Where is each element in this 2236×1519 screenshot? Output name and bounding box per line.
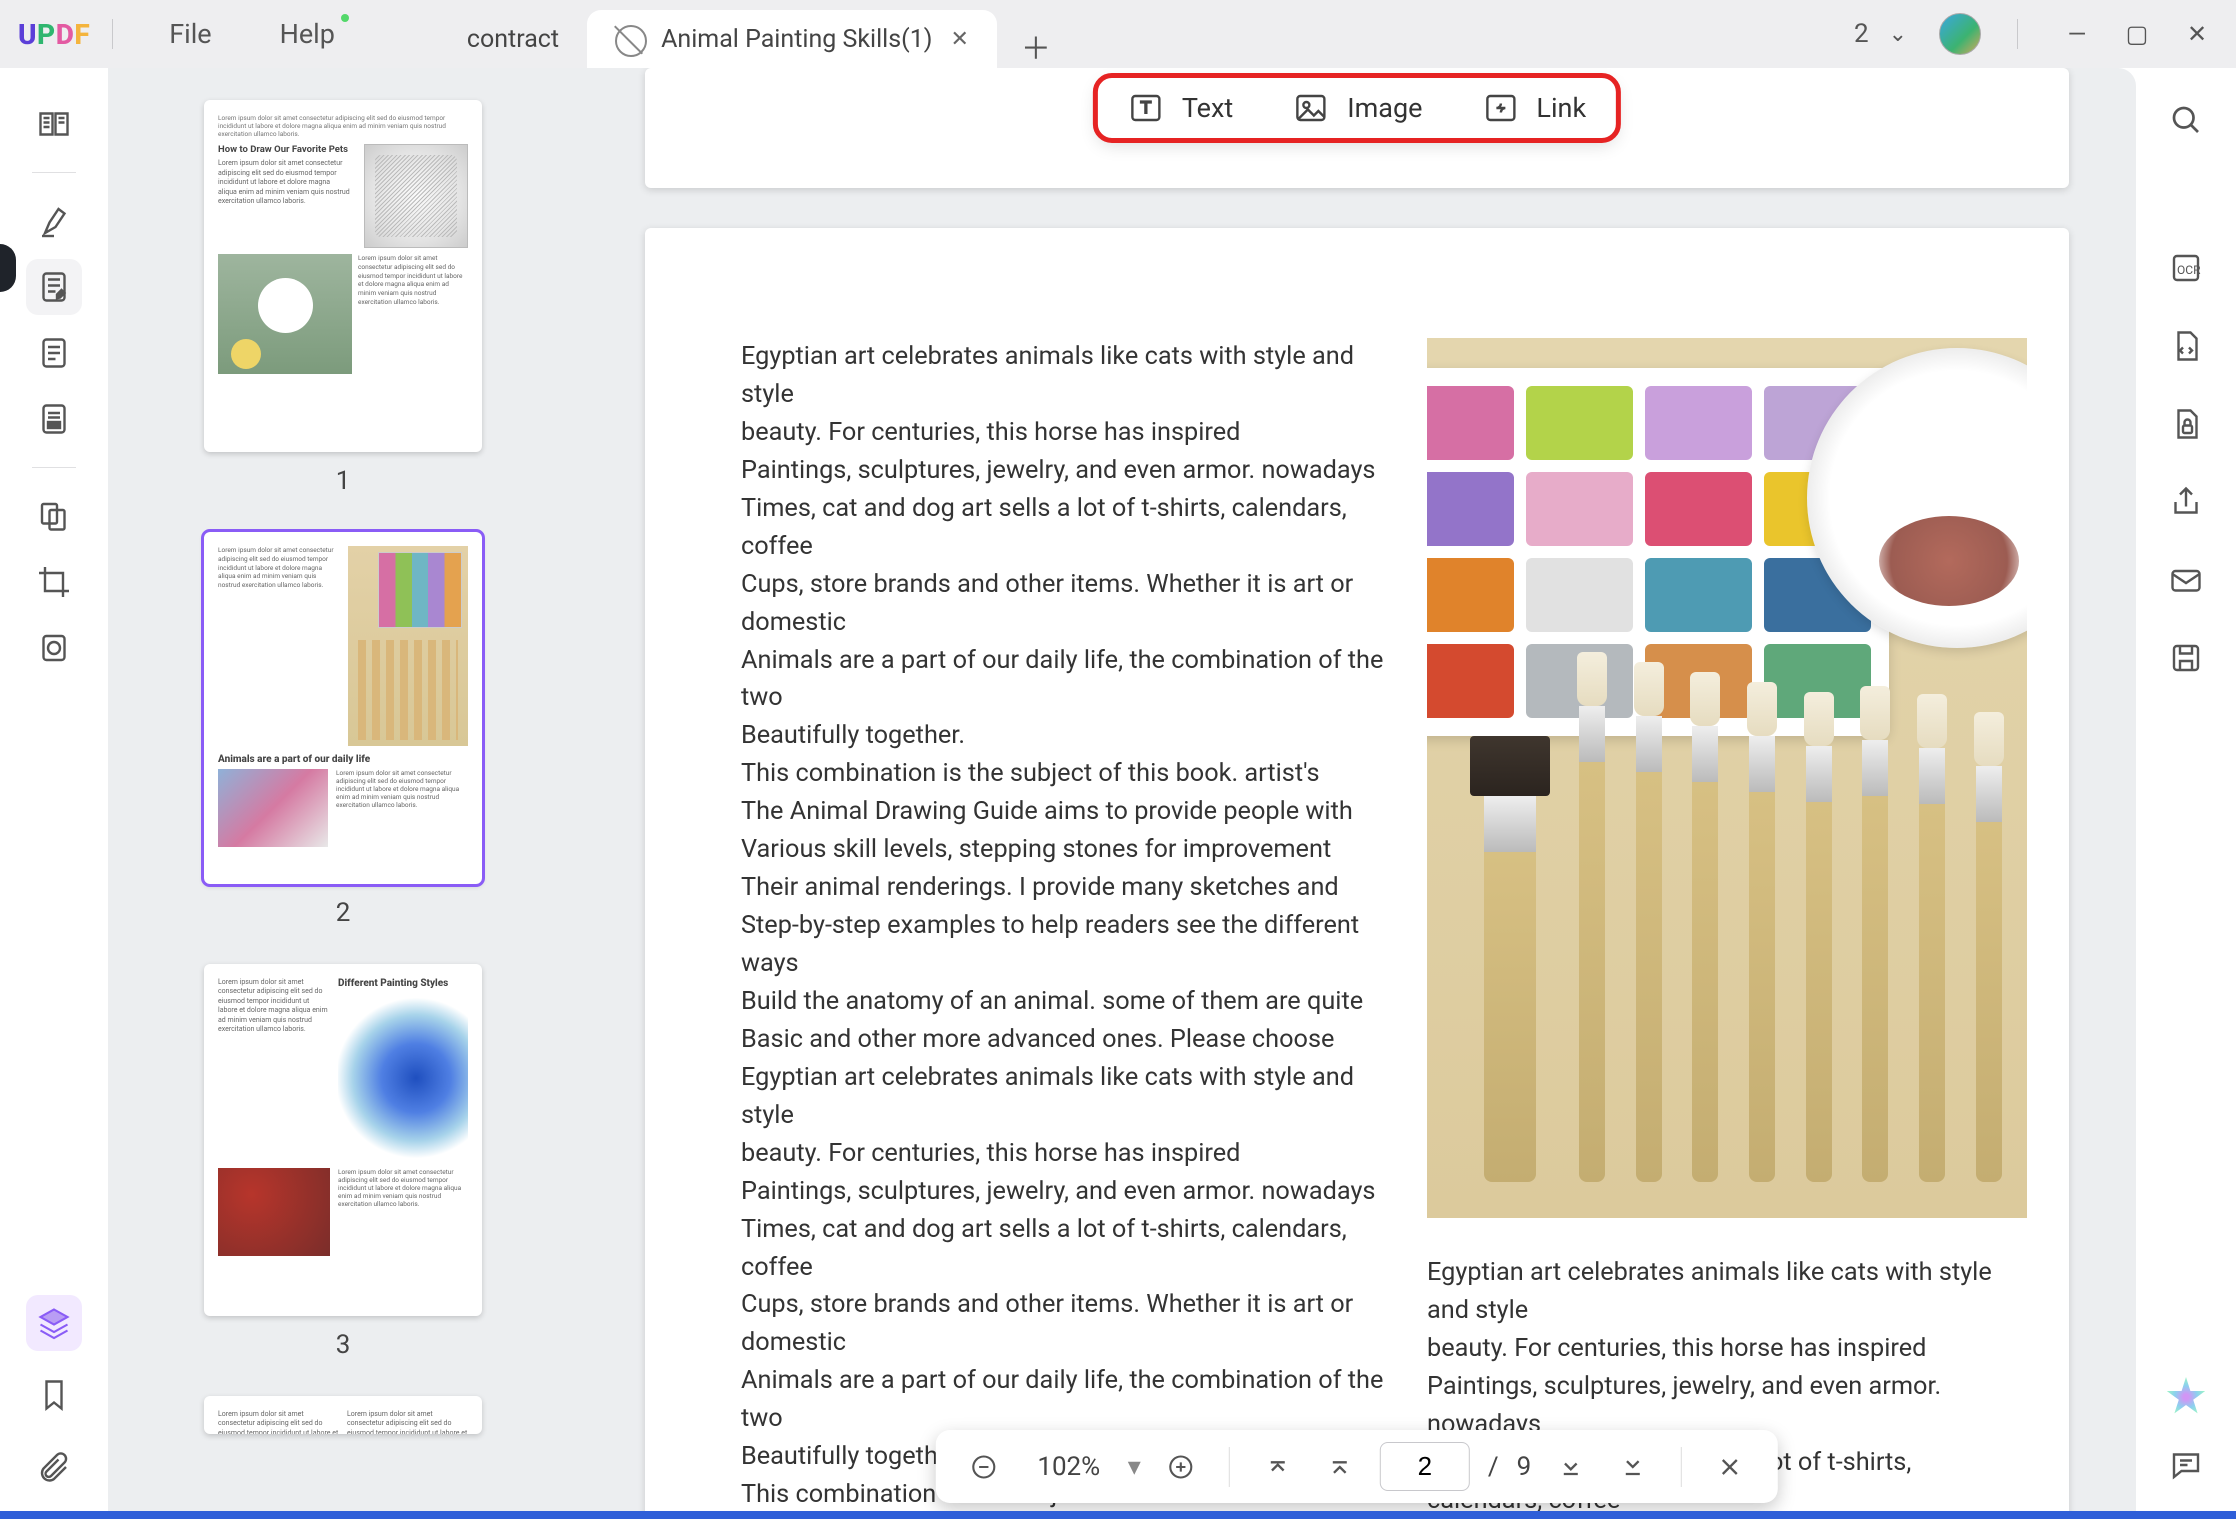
thumbnails-panel: Lorem ipsum dolor sit amet consectetur a…	[108, 68, 578, 1519]
workspace: Lorem ipsum dolor sit amet consectetur a…	[0, 68, 2236, 1519]
page-thumbnail-1[interactable]: Lorem ipsum dolor sit amet consectetur a…	[204, 100, 482, 452]
zoom-dropdown-icon[interactable]: ▾	[1128, 1452, 1141, 1482]
new-tab-button[interactable]: ＋	[1021, 24, 1051, 68]
edit-tool-button[interactable]	[26, 259, 82, 315]
watermark-tool-button[interactable]	[26, 620, 82, 676]
redact-tool-button[interactable]	[26, 391, 82, 447]
add-image-button[interactable]: Image	[1293, 90, 1422, 126]
notification-dot	[341, 14, 349, 22]
page-2-sheet[interactable]: Egyptian art celebrates animals like cat…	[645, 228, 2069, 1519]
email-button[interactable]	[2162, 556, 2210, 604]
paint-supplies-image[interactable]	[1427, 338, 2027, 1218]
share-button[interactable]	[2162, 478, 2210, 526]
window-controls: 2 ⌄ ― ▢ ✕	[1854, 11, 2220, 57]
close-window-button[interactable]: ✕	[2174, 11, 2220, 57]
ocr-button[interactable]: OCR	[2162, 244, 2210, 292]
navigation-bar: 102% ▾ / 9	[936, 1430, 1778, 1503]
watercolor-splash-image	[338, 994, 468, 1162]
edit-toolbar: Text Image Link	[1098, 78, 1616, 138]
bookmarks-panel-button[interactable]	[26, 1367, 82, 1423]
dog-sketch-image	[364, 144, 468, 248]
reader-mode-button[interactable]	[26, 96, 82, 152]
page-body-text[interactable]: Egyptian art celebrates animals like cat…	[741, 338, 1391, 1519]
page-thumbnail-2[interactable]: Lorem ipsum dolor sit amet consectetur a…	[204, 532, 482, 884]
tabs-container: contract Animal Painting Skills(1) ✕ ＋	[439, 0, 1051, 68]
organize-pages-button[interactable]	[26, 488, 82, 544]
close-tab-icon[interactable]: ✕	[950, 27, 968, 52]
thumbnail-number: 1	[336, 466, 351, 496]
separator	[2017, 19, 2018, 49]
zoom-value[interactable]: 102%	[1024, 1452, 1114, 1482]
search-button[interactable]	[2162, 96, 2210, 144]
zoom-out-button[interactable]	[962, 1445, 1006, 1489]
page-separator: /	[1488, 1452, 1499, 1482]
app-logo: UPDF	[18, 18, 90, 51]
svg-text:OCR: OCR	[2177, 263, 2201, 277]
workspace-count[interactable]: 2	[1854, 19, 1869, 49]
comments-button[interactable]	[2162, 1441, 2210, 1489]
tab-contract[interactable]: contract	[439, 10, 587, 68]
paint-photo	[348, 546, 468, 746]
thumbnail-number: 2	[336, 898, 351, 928]
page-total: 9	[1517, 1452, 1532, 1482]
readonly-icon	[615, 25, 643, 53]
titlebar: UPDF File Help contract Animal Painting …	[0, 0, 2236, 68]
protect-button[interactable]	[2162, 400, 2210, 448]
layers-panel-button[interactable]	[26, 1295, 82, 1351]
thumbnail-number: 3	[336, 1330, 351, 1360]
attachments-panel-button[interactable]	[26, 1439, 82, 1495]
zoom-in-button[interactable]	[1159, 1445, 1203, 1489]
paint-cups-image	[218, 1168, 330, 1256]
crop-tool-button[interactable]	[26, 554, 82, 610]
page-number-input[interactable]	[1380, 1442, 1470, 1491]
taskbar-edge	[0, 1511, 2236, 1519]
right-rail: OCR	[2136, 68, 2236, 1519]
convert-button[interactable]	[2162, 322, 2210, 370]
minimize-button[interactable]: ―	[2054, 11, 2100, 57]
document-area[interactable]: Egyptian art celebrates animals like cat…	[578, 68, 2136, 1519]
first-page-button[interactable]	[1256, 1445, 1300, 1489]
last-page-button[interactable]	[1611, 1445, 1655, 1489]
add-text-button[interactable]: Text	[1128, 90, 1233, 126]
chevron-down-icon[interactable]: ⌄	[1889, 22, 1907, 47]
left-rail	[0, 68, 108, 1519]
prev-page-button[interactable]	[1318, 1445, 1362, 1489]
menu-file[interactable]: File	[135, 18, 245, 50]
page-thumbnail-4[interactable]: Lorem ipsum dolor sit amet consectetur a…	[204, 1396, 482, 1434]
form-tool-button[interactable]	[26, 325, 82, 381]
save-button[interactable]	[2162, 634, 2210, 682]
ai-assistant-button[interactable]	[2166, 1377, 2206, 1417]
brushes	[1457, 722, 2017, 1182]
menu-help[interactable]: Help	[246, 18, 369, 50]
user-avatar[interactable]	[1939, 13, 1981, 55]
collage-photo	[218, 769, 328, 847]
next-page-button[interactable]	[1549, 1445, 1593, 1489]
close-navbar-button[interactable]	[1708, 1445, 1752, 1489]
highlight-tool-button[interactable]	[26, 193, 82, 249]
tab-animal-painting[interactable]: Animal Painting Skills(1) ✕	[587, 10, 997, 68]
page-thumbnail-3[interactable]: Lorem ipsum dolor sit amet consectetur a…	[204, 964, 482, 1316]
maximize-button[interactable]: ▢	[2114, 11, 2160, 57]
pet-photo	[218, 254, 352, 374]
add-link-button[interactable]: Link	[1482, 90, 1586, 126]
separator	[112, 19, 113, 49]
